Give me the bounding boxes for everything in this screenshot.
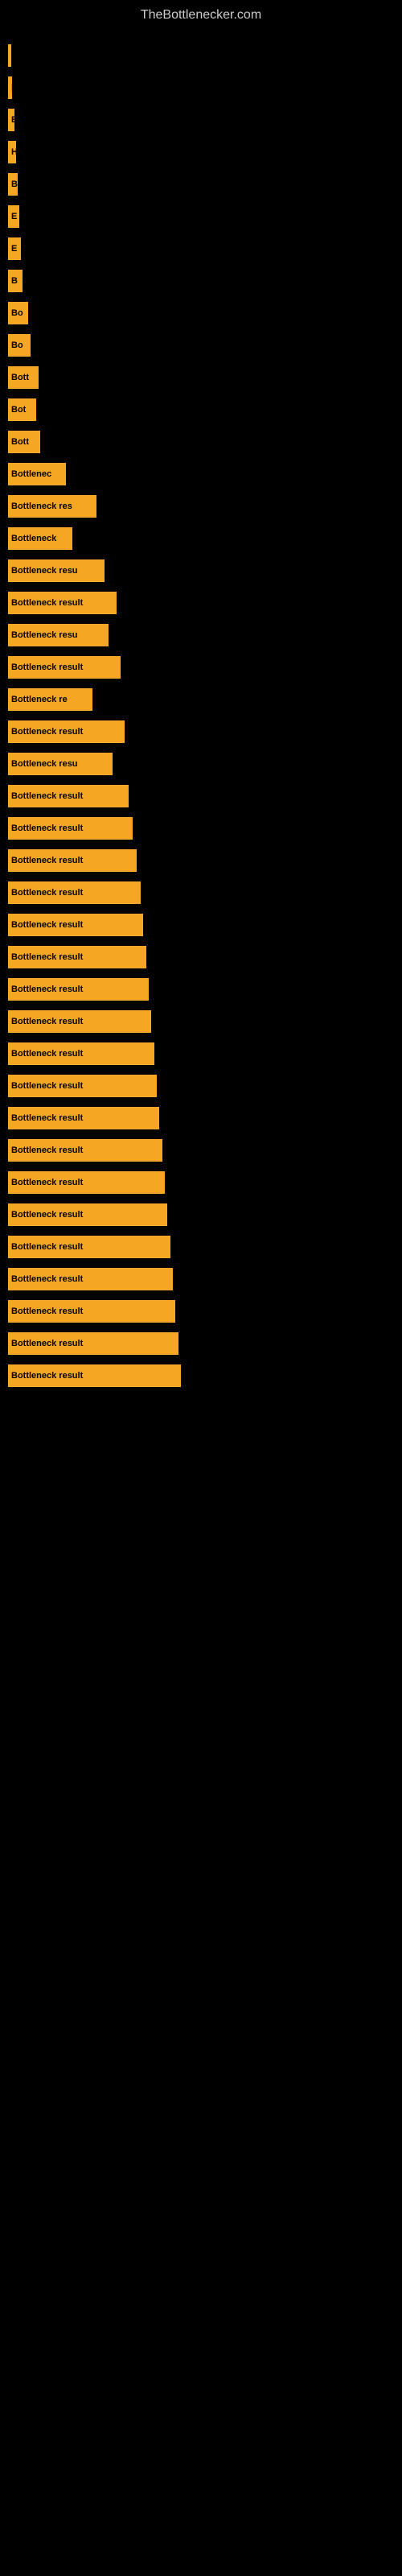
result-bar: Bottleneck result <box>8 978 149 1001</box>
site-title-container: TheBottlenecker.com <box>0 0 402 27</box>
result-bar: Bottleneck resu <box>8 624 109 646</box>
result-bar: E <box>8 237 21 260</box>
result-bar: Bottleneck result <box>8 1332 178 1355</box>
result-bar: E <box>8 205 19 228</box>
result-bar: Bottleneck result <box>8 656 121 679</box>
bar-row: H <box>8 139 394 165</box>
result-bar: Bo <box>8 334 31 357</box>
bar-row: Bottleneck resu <box>8 751 394 777</box>
bar-row: E <box>8 107 394 133</box>
bar-row: Bottleneck result <box>8 1202 394 1228</box>
bar-row: E <box>8 204 394 229</box>
bar-row: E <box>8 236 394 262</box>
bar-row: Bottleneck resu <box>8 558 394 584</box>
result-bar: Bottleneck result <box>8 914 143 936</box>
bar-row: Bottleneck result <box>8 1073 394 1099</box>
bar-row: | <box>8 75 394 101</box>
bar-row: Bottleneck result <box>8 1298 394 1324</box>
bar-row: Bottleneck result <box>8 1041 394 1067</box>
result-bar: Bot <box>8 398 36 421</box>
bar-row: | <box>8 43 394 68</box>
result-bar: | <box>8 44 11 67</box>
result-bar: Bottleneck res <box>8 495 96 518</box>
bar-row: Bottleneck result <box>8 1266 394 1292</box>
bar-row: Bottleneck result <box>8 944 394 970</box>
bars-container: ||EHBEEBBoBoBottBotBottBottlenecBottlene… <box>0 27 402 1403</box>
bar-row: Bo <box>8 332 394 358</box>
result-bar: Bottleneck result <box>8 1203 167 1226</box>
result-bar: Bottlenec <box>8 463 66 485</box>
bar-row: B <box>8 268 394 294</box>
result-bar: Bottleneck result <box>8 785 129 807</box>
bar-row: Bottleneck result <box>8 1170 394 1195</box>
bar-row: Bott <box>8 365 394 390</box>
bar-row: Bottleneck res <box>8 493 394 519</box>
result-bar: Bottleneck result <box>8 592 117 614</box>
bar-row: Bo <box>8 300 394 326</box>
result-bar: Bo <box>8 302 28 324</box>
bar-row: Bottleneck result <box>8 654 394 680</box>
bar-row: Bot <box>8 397 394 423</box>
result-bar: Bottleneck result <box>8 1171 165 1194</box>
result-bar: B <box>8 173 18 196</box>
bar-row: Bottleneck result <box>8 783 394 809</box>
result-bar: Bottleneck result <box>8 946 146 968</box>
result-bar: Bottleneck result <box>8 1139 162 1162</box>
bar-row: Bottleneck result <box>8 1331 394 1356</box>
bar-row: Bottleneck <box>8 526 394 551</box>
bar-row: Bottleneck re <box>8 687 394 712</box>
result-bar: Bottleneck <box>8 527 72 550</box>
result-bar: | <box>8 76 12 99</box>
site-title: TheBottlenecker.com <box>0 0 402 27</box>
result-bar: B <box>8 270 23 292</box>
result-bar: Bottleneck result <box>8 881 141 904</box>
result-bar: Bottleneck result <box>8 849 137 872</box>
result-bar: Bottleneck result <box>8 1075 157 1097</box>
result-bar: Bottleneck resu <box>8 559 105 582</box>
result-bar: Bottleneck result <box>8 1042 154 1065</box>
result-bar: Bott <box>8 366 39 389</box>
bar-row: Bottleneck result <box>8 880 394 906</box>
bar-row: Bottleneck result <box>8 1234 394 1260</box>
bar-row: Bottlenec <box>8 461 394 487</box>
result-bar: Bottleneck result <box>8 720 125 743</box>
bar-row: Bottleneck result <box>8 815 394 841</box>
bar-row: Bott <box>8 429 394 455</box>
result-bar: Bottleneck result <box>8 1268 173 1290</box>
bar-row: Bottleneck result <box>8 1105 394 1131</box>
result-bar: Bott <box>8 431 40 453</box>
bar-row: Bottleneck result <box>8 976 394 1002</box>
bar-row: Bottleneck result <box>8 1363 394 1389</box>
bar-row: Bottleneck result <box>8 719 394 745</box>
bar-row: Bottleneck result <box>8 1009 394 1034</box>
bar-row: Bottleneck resu <box>8 622 394 648</box>
result-bar: Bottleneck result <box>8 1300 175 1323</box>
result-bar: E <box>8 109 14 131</box>
bar-row: Bottleneck result <box>8 590 394 616</box>
result-bar: Bottleneck result <box>8 817 133 840</box>
bar-row: Bottleneck result <box>8 912 394 938</box>
result-bar: H <box>8 141 16 163</box>
bar-row: Bottleneck result <box>8 848 394 873</box>
result-bar: Bottleneck re <box>8 688 92 711</box>
bar-row: Bottleneck result <box>8 1137 394 1163</box>
result-bar: Bottleneck result <box>8 1236 170 1258</box>
result-bar: Bottleneck result <box>8 1107 159 1129</box>
result-bar: Bottleneck result <box>8 1364 181 1387</box>
bar-row: B <box>8 171 394 197</box>
result-bar: Bottleneck result <box>8 1010 151 1033</box>
result-bar: Bottleneck resu <box>8 753 113 775</box>
